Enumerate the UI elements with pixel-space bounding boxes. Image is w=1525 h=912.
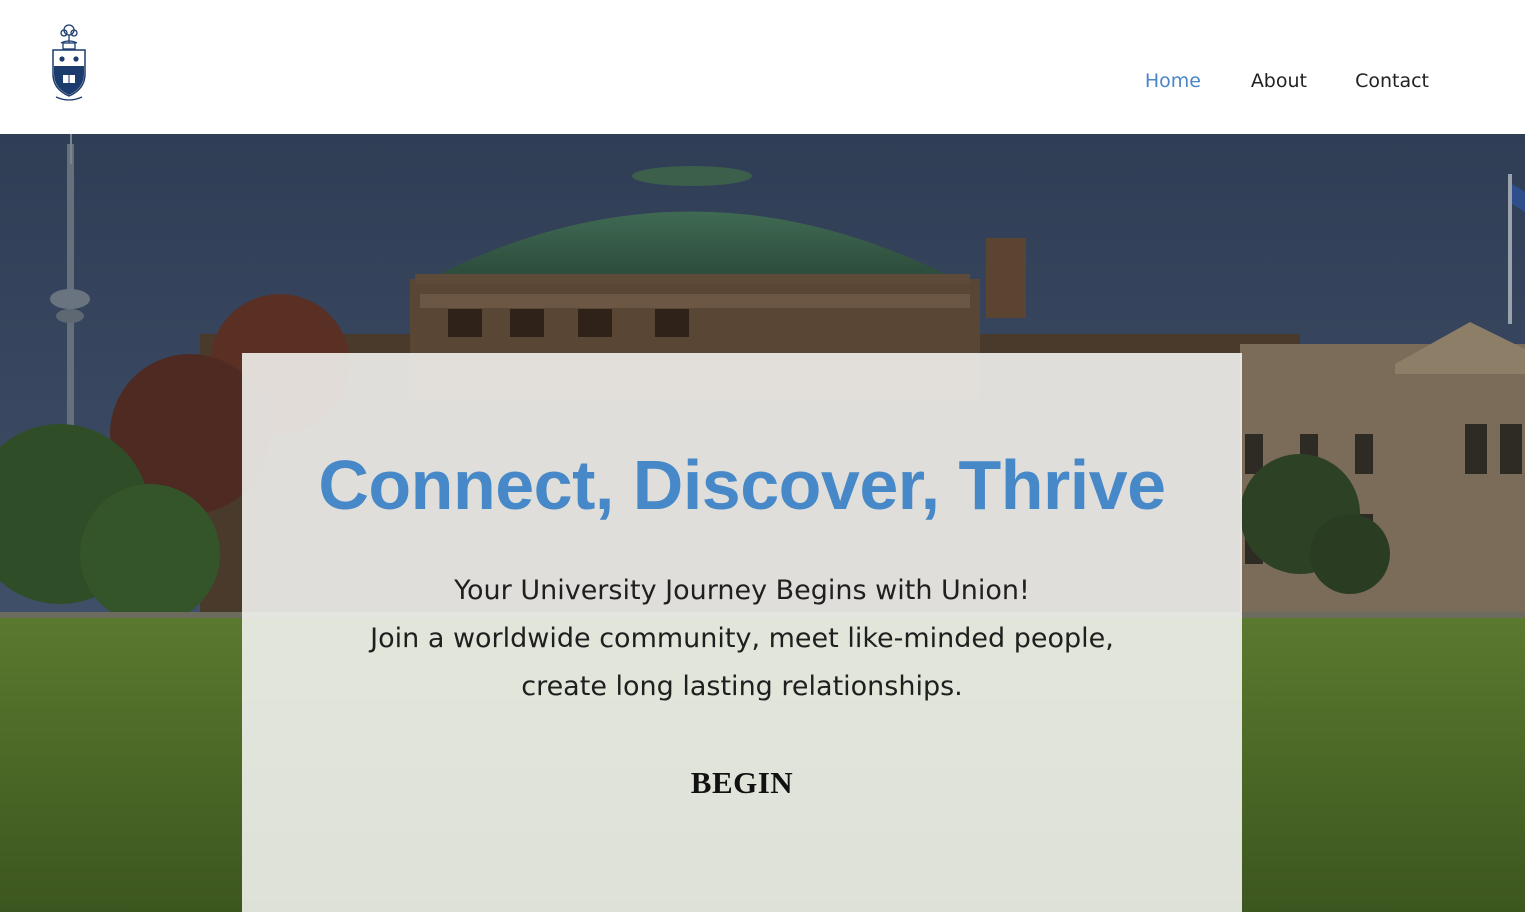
nav-home-link[interactable]: Home <box>1145 70 1201 92</box>
site-header: Home About Contact <box>0 0 1525 134</box>
university-crest-icon <box>52 24 86 101</box>
begin-button[interactable]: BEGIN <box>642 761 842 805</box>
nav-about-link[interactable]: About <box>1251 70 1307 92</box>
hero-subtitle-line1: Your University Journey Begins with Unio… <box>454 575 1030 606</box>
nav-contact-link[interactable]: Contact <box>1355 70 1429 92</box>
hero-subtitle-line2: Join a worldwide community, meet like-mi… <box>370 623 1114 654</box>
hero-subtitle-line3: create long lasting relationships. <box>521 671 963 702</box>
university-crest-logo[interactable] <box>50 21 88 103</box>
hero-headline: Connect, Discover, Thrive <box>318 446 1166 524</box>
hero-panel: Connect, Discover, Thrive Your Universit… <box>242 353 1242 912</box>
hero-section: Connect, Discover, Thrive Your Universit… <box>0 134 1525 912</box>
